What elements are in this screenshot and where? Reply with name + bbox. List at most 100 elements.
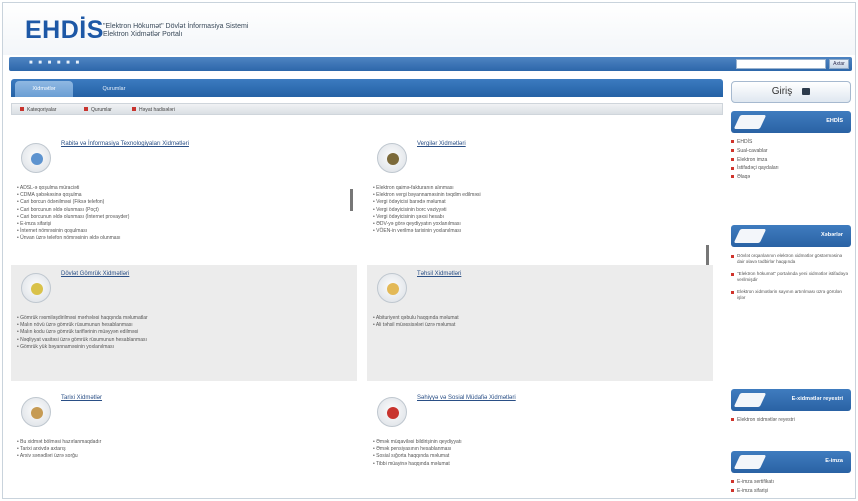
service-link[interactable]: • Bu xidmət bölməsi hazırlanmaqdadır bbox=[17, 439, 101, 446]
sidebar-link[interactable]: Əlaqə bbox=[731, 173, 851, 182]
service-link[interactable]: • Vergi ödəyicisinin borc vəziyyəti bbox=[373, 207, 481, 214]
service-link[interactable]: • Gömrük yük bəyannaməsinin yoxlanılması bbox=[17, 344, 148, 351]
service-link[interactable]: • Malın kodu üzrə gömrük tariflərinin mü… bbox=[17, 329, 148, 336]
tab-services[interactable]: Xidmətlər bbox=[15, 81, 73, 97]
service-link[interactable]: • Nəqliyyat vasitəsi üzrə gömrük rüsumun… bbox=[17, 337, 148, 344]
service-link[interactable]: • Ali təhsil müəssisələri üzrə məlumat bbox=[373, 322, 459, 329]
sidebar-box-header: E-xidmətlər reyestri bbox=[731, 389, 851, 411]
filter-life-events[interactable]: Həyat hadisələri bbox=[132, 107, 175, 113]
customs-icon bbox=[21, 273, 51, 303]
sidebar-box-header: EHDİS bbox=[731, 111, 851, 133]
service-link[interactable]: • Vergi ödəyicisi barədə məlumat bbox=[373, 199, 481, 206]
service-link[interactable]: • Elektron qaimə-fakturanın alınması bbox=[373, 185, 481, 192]
category-title[interactable]: Dövlət Gömrük Xidmətləri bbox=[61, 271, 129, 277]
service-link[interactable]: • Elektron vergi bəyannaməsinin təqdim e… bbox=[373, 192, 481, 199]
sidebar-link[interactable]: Elektron xidmətlər reyestri bbox=[731, 416, 851, 425]
service-link[interactable]: • Cari borcunun əldə olunması (Poçt) bbox=[17, 207, 129, 214]
panel-scrollbar[interactable] bbox=[350, 189, 353, 211]
service-link[interactable]: • Əmək müqaviləsi bildirişinin qeydiyyat… bbox=[373, 439, 462, 446]
health-social-icon bbox=[377, 397, 407, 427]
service-link[interactable]: • Tarixi arxivdə axtarış bbox=[17, 446, 101, 453]
sidebar-link[interactable]: Elektron imza bbox=[731, 156, 851, 165]
category-panel: Tarixi Xidmətlər • Bu xidmət bölməsi haz… bbox=[11, 389, 357, 497]
sidebar-box-title: EHDİS bbox=[826, 118, 843, 124]
service-list: • Abituriyent qəbulu haqqında məlumat • … bbox=[373, 315, 459, 329]
service-link[interactable]: • ADSL-ə qoşulma müraciəti bbox=[17, 185, 129, 192]
sidebar-link-list: EHDİS Sual-cavablar Elektron imza İstifa… bbox=[731, 138, 851, 182]
education-icon bbox=[377, 273, 407, 303]
right-sidebar: Giriş EHDİS EHDİS Sual-cavablar Elektron… bbox=[731, 79, 853, 498]
sidebar-box-news: Xəbərlər Dövlət orqanlarının elektron xi… bbox=[731, 225, 851, 307]
login-label: Giriş bbox=[771, 86, 793, 97]
service-list: • Gömrük rəsmiləşdirilməsi mərhələsi haq… bbox=[17, 315, 148, 351]
leaf-icon bbox=[733, 115, 767, 129]
service-link[interactable]: • Abituriyent qəbulu haqqında məlumat bbox=[373, 315, 459, 322]
service-link[interactable]: • Arxiv sənədləri üzrə sorğu bbox=[17, 453, 101, 460]
lock-icon bbox=[802, 87, 811, 95]
sidebar-link-list: E-imza sertifikatı E-imza sifarişi bbox=[731, 478, 851, 496]
portal-subtitle: "Elektron Hökumət" Dövlət İnformasiya Si… bbox=[103, 23, 248, 39]
news-list: Dövlət orqanlarının elektron xidmətlər g… bbox=[731, 253, 851, 301]
sidebar-box-header: Xəbərlər bbox=[731, 225, 851, 247]
service-link[interactable]: • CDMA şəbəkəsinə qoşulma bbox=[17, 192, 129, 199]
filter-life-events-label: Həyat hadisələri bbox=[139, 107, 175, 113]
tab-bar: Xidmətlər Qurumlar bbox=[11, 79, 723, 97]
news-item[interactable]: Dövlət orqanlarının elektron xidmətlər g… bbox=[731, 253, 851, 265]
history-icon bbox=[21, 397, 51, 427]
sidebar-link[interactable]: E-imza sifarişi bbox=[731, 487, 851, 496]
sidebar-link-list: Elektron xidmətlər reyestri bbox=[731, 416, 851, 425]
category-panel: Səhiyyə və Sosial Müdafiə Xidmətləri • Ə… bbox=[367, 389, 713, 497]
leaf-icon bbox=[733, 393, 767, 407]
service-link[interactable]: • Sosial sığorta haqqında məlumat bbox=[373, 453, 462, 460]
service-link[interactable]: • Gömrük rəsmiləşdirilməsi mərhələsi haq… bbox=[17, 315, 148, 322]
service-link[interactable]: • Tibbi müayinə haqqında məlumat bbox=[373, 461, 462, 468]
sidebar-link[interactable]: Sual-cavablar bbox=[731, 147, 851, 156]
sidebar-box-registry: E-xidmətlər reyestri Elektron xidmətlər … bbox=[731, 389, 851, 425]
service-list: • Elektron qaimə-fakturanın alınması • E… bbox=[373, 185, 481, 235]
search-input[interactable] bbox=[736, 59, 826, 69]
category-title[interactable]: Rabitə və İnformasiya Texnologiyaları Xi… bbox=[61, 141, 189, 147]
service-link[interactable]: • Cari borcun ödənilməsi (Fiksə telefon) bbox=[17, 199, 129, 206]
telecom-icon bbox=[21, 143, 51, 173]
service-link[interactable]: • Vergi ödəyicisinin şəxsi hesabı bbox=[373, 214, 481, 221]
news-item[interactable]: "Elektron hökumət" portalında yeni xidmə… bbox=[731, 271, 851, 283]
filter-agencies-label: Qurumlar bbox=[91, 107, 112, 113]
leaf-icon bbox=[733, 455, 767, 469]
filter-categories[interactable]: Kateqoriyalar bbox=[20, 107, 56, 113]
category-panel: Təhsil Xidmətləri • Abituriyent qəbulu h… bbox=[367, 265, 713, 381]
category-title[interactable]: Təhsil Xidmətləri bbox=[417, 271, 461, 277]
sidebar-box-title: E-imza bbox=[825, 458, 843, 464]
filter-agencies[interactable]: Qurumlar bbox=[84, 107, 112, 113]
sidebar-link[interactable]: E-imza sertifikatı bbox=[731, 478, 851, 487]
sidebar-link[interactable]: EHDİS bbox=[731, 138, 851, 147]
category-title[interactable]: Vergilər Xidmətləri bbox=[417, 141, 466, 147]
panel-scrollbar[interactable] bbox=[706, 245, 709, 267]
service-link[interactable]: • Malın növü üzrə gömrük rüsumunun hesab… bbox=[17, 322, 148, 329]
service-link[interactable]: • VÖEN-in verilmə tarixinin yoxlanılması bbox=[373, 228, 481, 235]
tab-agencies[interactable]: Qurumlar bbox=[87, 81, 141, 97]
category-title[interactable]: Səhiyyə və Sosial Müdafiə Xidmətləri bbox=[417, 395, 516, 401]
news-item[interactable]: Elektron xidmətlərin sayının artırılması… bbox=[731, 289, 851, 301]
filter-bar: Kateqoriyalar Qurumlar Həyat hadisələri bbox=[11, 103, 723, 115]
subtitle-line-2: Elektron Xidmətlər Portalı bbox=[103, 31, 183, 38]
category-title[interactable]: Tarixi Xidmətlər bbox=[61, 395, 102, 401]
filter-categories-label: Kateqoriyalar bbox=[27, 107, 57, 113]
category-panel: Rabitə və İnformasiya Texnologiyaları Xi… bbox=[11, 135, 357, 257]
subtitle-line-1: "Elektron Hökumət" Dövlət İnformasiya Si… bbox=[103, 23, 249, 30]
service-list: • ADSL-ə qoşulma müraciəti • CDMA şəbəkə… bbox=[17, 185, 129, 243]
ehdis-logo[interactable]: EHDİS bbox=[25, 16, 104, 45]
login-button[interactable]: Giriş bbox=[731, 81, 851, 103]
service-link[interactable]: • Əmək pensiyasının hesablanması bbox=[373, 446, 462, 453]
top-nav-links[interactable]: ■ ■ ■ ■ ■ ■ bbox=[29, 60, 81, 66]
browser-page: EHDİS "Elektron Hökumət" Dövlət İnformas… bbox=[2, 2, 856, 499]
service-link[interactable]: • Ünvan üzrə telefon nömrəsinin əldə olu… bbox=[17, 235, 129, 242]
category-panel: Vergilər Xidmətləri • Elektron qaimə-fak… bbox=[367, 135, 713, 267]
taxes-icon bbox=[377, 143, 407, 173]
search-button[interactable]: Axtar bbox=[829, 59, 849, 69]
sidebar-box-ehdis: EHDİS EHDİS Sual-cavablar Elektron imza … bbox=[731, 111, 851, 182]
service-list: • Əmək müqaviləsi bildirişinin qeydiyyat… bbox=[373, 439, 462, 468]
sidebar-box-title: E-xidmətlər reyestri bbox=[791, 396, 843, 402]
sidebar-link[interactable]: İstifadəçi qaydaları bbox=[731, 164, 851, 173]
service-link[interactable]: • Cari borcunun əldə olunması (İnternet … bbox=[17, 214, 129, 221]
main-content: Xidmətlər Qurumlar Kateqoriyalar Qurumla… bbox=[11, 79, 723, 498]
